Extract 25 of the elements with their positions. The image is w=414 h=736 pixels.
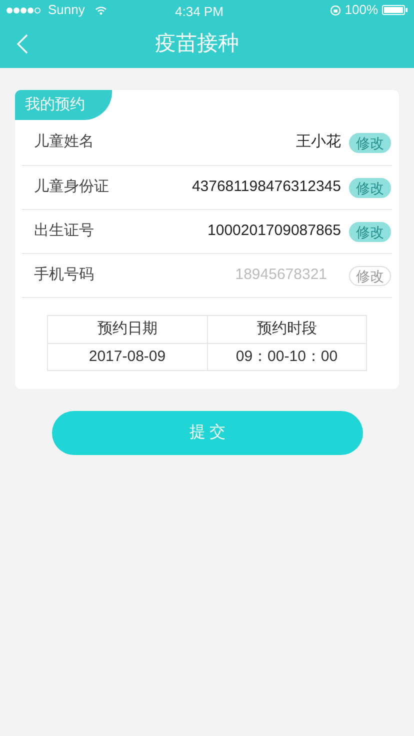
signal-icon <box>6 6 42 14</box>
carrier-name: Sunny <box>48 1 85 20</box>
back-icon[interactable] <box>16 34 28 54</box>
battery-icon <box>382 5 408 15</box>
column-header: 预约时段 <box>207 316 366 344</box>
field-label: 儿童身份证 <box>34 177 109 198</box>
field-label: 手机号码 <box>34 265 94 286</box>
field-label: 出生证号 <box>34 221 94 242</box>
status-time: 4:34 PM <box>175 3 224 21</box>
table-cell: 2017-08-09 <box>48 344 207 370</box>
field-label: 儿童姓名 <box>34 132 94 152</box>
column-header: 预约日期 <box>48 316 207 344</box>
edit-button[interactable]: 修改 <box>349 222 391 242</box>
field-value: 王小花 <box>296 132 341 152</box>
battery-percent: 100% <box>344 1 378 20</box>
page-title: 疫苗接种 <box>155 31 239 58</box>
table-cell: 09：00-10：00 <box>207 344 366 370</box>
rotation-lock-icon <box>330 4 341 16</box>
edit-button[interactable]: 修改 <box>349 132 391 152</box>
submit-button[interactable]: 提 交 <box>52 411 363 455</box>
wifi-icon <box>94 6 107 14</box>
field-value: 18945678321 <box>235 265 327 286</box>
edit-button[interactable]: 修改 <box>349 178 391 198</box>
field-value: 437681198476312345 <box>192 177 341 198</box>
field-value: 1000201709087865 <box>208 221 341 242</box>
